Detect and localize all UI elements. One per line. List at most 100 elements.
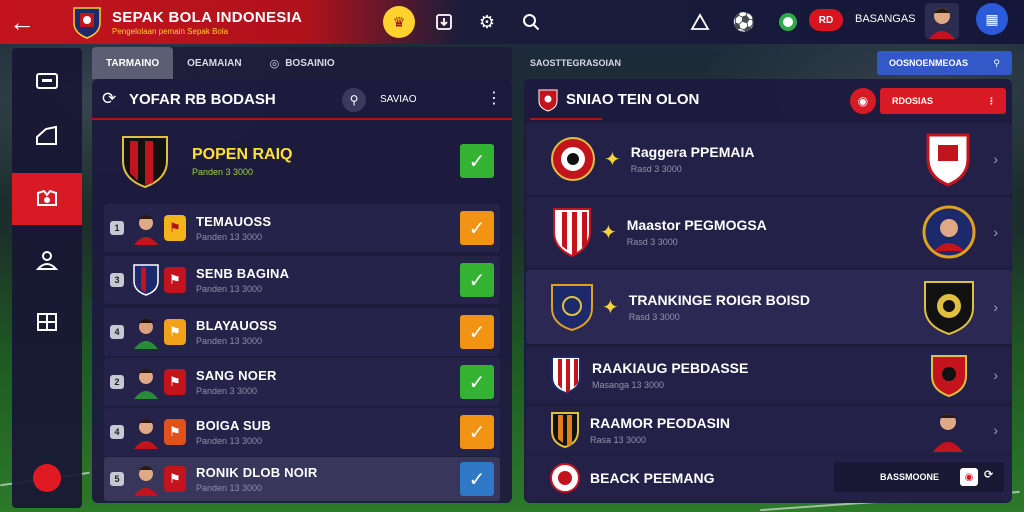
player-name: BLAYAUOSS — [196, 318, 278, 333]
chevron-right-icon: › — [993, 299, 998, 315]
search-label: OOSNOENMEOAS — [889, 58, 969, 68]
match-name: Raggera PPEMAIA — [630, 144, 755, 160]
match-name: RAAMOR PEODASIN — [590, 415, 731, 431]
check-button[interactable]: ✓ — [460, 211, 494, 245]
player-name: TEMAUOSS — [196, 214, 272, 229]
check-button[interactable]: ✓ — [460, 365, 494, 399]
list-item[interactable]: ✦ Maastor PEGMOGSA Rasd 3 3000 › — [526, 197, 1012, 267]
match-name: RAAKIAUG PEBDASSE — [592, 360, 749, 376]
club-mini-icon: ⚑ — [164, 369, 186, 395]
club-crest-icon — [553, 208, 591, 258]
sidebar-item-lineup[interactable] — [12, 296, 82, 348]
notification-badge[interactable]: RD — [809, 9, 843, 31]
player-avatar-icon — [134, 369, 158, 399]
star-icon: ✦ — [602, 296, 619, 319]
featured-player-sub: Panden 3 3000 — [192, 166, 254, 177]
player-avatar-icon — [134, 419, 158, 449]
match-sub: Rasa 13 3000 — [590, 435, 647, 445]
star-icon: ✦ — [604, 148, 621, 171]
rank-badge: 1 — [110, 221, 124, 235]
player-avatar-icon — [134, 319, 158, 349]
list-item[interactable]: RAAKIAUG PEBDASSE Masanga 13 3000 › — [526, 347, 1012, 403]
match-sub: Rasd 3 3000 — [626, 237, 678, 247]
export-icon[interactable] — [428, 6, 460, 38]
tab-training[interactable]: TARMAINO — [92, 47, 174, 79]
user-name: BASANGAS — [855, 13, 916, 25]
tab-label: TARMAINO — [106, 57, 160, 69]
more-icon[interactable]: ⋮ — [486, 88, 502, 108]
check-button[interactable]: ✓ — [460, 263, 494, 297]
sidebar-item-stats[interactable] — [12, 110, 82, 162]
list-item[interactable]: RAAMOR PEODASIN Rasa 13 3000 › — [526, 406, 1012, 454]
club-logo-icon — [73, 7, 101, 39]
sidebar-item-home[interactable] — [12, 56, 82, 108]
record-icon[interactable]: ◉ — [960, 468, 978, 486]
player-sub: Panden 13 3000 — [196, 336, 263, 346]
profile-card-icon[interactable]: ▦ — [976, 3, 1008, 35]
list-item[interactable]: 4 ⚑ BLAYAUOSS Panden 13 3000 ✓ — [104, 308, 500, 356]
club-crest-icon — [551, 284, 593, 332]
player-sub: Panden 13 3000 — [196, 232, 263, 242]
tab-label: OEAMAIAN — [187, 57, 242, 69]
player-sub: Panden 13 3000 — [196, 483, 263, 493]
right-panel-header: SNIAO TEIN OLON ◉ RDOSIAS ⋮ — [524, 80, 1012, 120]
top-bar: ← SEPAK BOLA INDONESIA Pengelolaan pemai… — [0, 0, 1024, 44]
list-item[interactable]: 4 ⚑ BOIGA SUB Panden 13 3000 ✓ — [104, 408, 500, 456]
club-mini-icon: ⚑ — [164, 215, 186, 241]
sidebar-item-team[interactable] — [12, 173, 82, 225]
trophy-icon[interactable]: ♛ — [383, 6, 415, 38]
club-crest-icon — [538, 89, 558, 112]
sidebar-item-transfer[interactable] — [12, 235, 82, 287]
chevron-right-icon: › — [993, 151, 998, 167]
more-icon: ⋮ — [987, 95, 996, 106]
player-avatar-icon — [922, 205, 976, 259]
tab-label: BOSAINIO — [285, 57, 335, 69]
check-button[interactable]: ✓ — [460, 315, 494, 349]
club-crest-icon — [551, 356, 581, 395]
tab-scouting[interactable]: ◎ BOSAINIO — [256, 47, 349, 79]
record-button[interactable] — [33, 464, 61, 492]
search-icon[interactable] — [515, 6, 547, 38]
left-panel-header: ⟳ YOFAR RB BODASH ⚲ SAVIAO ⋮ — [92, 80, 512, 120]
player-sub: Panden 13 3000 — [196, 436, 263, 446]
list-item[interactable]: BEACK PEEMANG BASSMOONE ◉ ⟳ — [526, 456, 1012, 500]
check-button[interactable]: ✓ — [460, 415, 494, 449]
filter-button[interactable]: RDOSIAS ⋮ — [880, 88, 1006, 114]
search-input[interactable]: OOSNOENMEOAS ⚲ — [877, 51, 1012, 75]
app-subtitle: Pengelolaan pemain Sepak Bola — [112, 26, 229, 36]
refresh-icon[interactable]: ⟳ — [984, 468, 993, 481]
bottom-toolbar-label: BASSMOONE — [880, 472, 940, 482]
club-mini-icon: ⚑ — [164, 267, 186, 293]
chevron-right-icon: › — [993, 422, 998, 438]
gear-icon[interactable]: ⚙ — [471, 6, 503, 38]
team-icon — [37, 189, 57, 206]
list-item[interactable]: ✦ Raggera PPEMAIA Rasd 3 3000 › — [526, 123, 1012, 195]
list-item[interactable]: ✦ TRANKINGE ROIGR BOISD Rasd 3 3000 › — [526, 270, 1012, 344]
warning-icon[interactable] — [684, 6, 716, 38]
check-button[interactable]: ✓ — [460, 462, 494, 496]
check-button[interactable]: ✓ — [460, 144, 494, 178]
filter-button-label: RDOSIAS — [892, 96, 934, 106]
chat-icon[interactable] — [772, 6, 804, 38]
club-mini-icon: ⚑ — [164, 319, 186, 345]
right-tabs-label: SAOSTTEGRASOIAN — [530, 58, 622, 68]
list-item[interactable]: 1 ⚑ TEMAUOSS Panden 13 3000 ✓ — [104, 204, 500, 252]
back-arrow-icon[interactable]: ← — [0, 0, 44, 44]
chart-icon — [36, 125, 57, 145]
pin-icon: ⚲ — [993, 57, 1000, 68]
record-icon[interactable]: ◉ — [850, 88, 876, 114]
featured-player-row[interactable]: POPEN RAIQ Panden 3 3000 ✓ — [104, 125, 500, 197]
avatar[interactable] — [925, 3, 959, 39]
list-item[interactable]: 2 ⚑ SANG NOER Panden 3 3000 ✓ — [104, 358, 500, 406]
club-crest-icon — [551, 137, 595, 181]
soccer-ball-icon[interactable]: ⚽ — [728, 6, 760, 38]
list-item[interactable]: 5 ⚑ RONIK DLOB NOIR Panden 13 3000 ✓ — [104, 457, 500, 501]
search-icon[interactable]: ⚲ — [342, 88, 366, 112]
right-panel-title: SNIAO TEIN OLON — [566, 91, 700, 108]
club-crest-icon — [926, 133, 970, 187]
screen-icon — [36, 73, 58, 89]
club-crest-icon — [931, 355, 967, 398]
rank-badge: 3 — [110, 273, 124, 287]
list-item[interactable]: 3 ⚑ SENB BAGINA Panden 13 3000 ✓ — [104, 256, 500, 304]
tab-management[interactable]: OEAMAIAN — [173, 47, 255, 79]
